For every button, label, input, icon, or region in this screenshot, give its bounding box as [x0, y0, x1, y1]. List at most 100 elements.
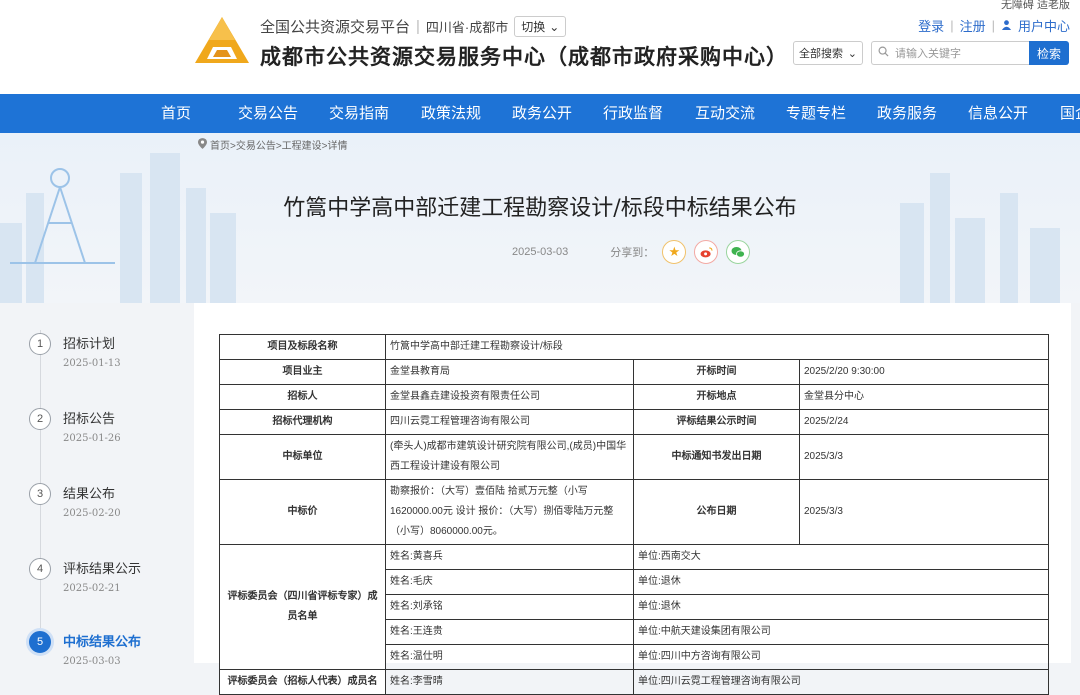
table-row: 项目及标段名称 竹篙中学高中部迁建工程勘察设计/标段	[219, 334, 1049, 360]
nav-item-soe[interactable]: 国企	[1060, 94, 1080, 133]
accessibility-link[interactable]: 无障碍 适老版	[1001, 0, 1070, 12]
timeline-step[interactable]: 1 招标计划 2025-01-13	[29, 333, 121, 369]
platform-line: 全国公共资源交易平台 | 四川省·成都市 切换 ⌄	[260, 16, 567, 37]
platform-name[interactable]: 全国公共资源交易平台	[260, 16, 410, 37]
nav-item-interaction[interactable]: 互动交流	[695, 94, 755, 133]
login-link[interactable]: 登录	[918, 16, 944, 35]
breadcrumb-path[interactable]: 首页>交易公告>工程建设>详情	[210, 137, 348, 152]
nav-item-policy[interactable]: 政策法规	[421, 94, 481, 133]
cell-value: 金堂县鑫垚建设投资有限责任公司	[385, 384, 634, 410]
divider: |	[950, 18, 954, 33]
cell-label: 中标通知书发出日期	[633, 434, 800, 480]
cell-label: 开标时间	[633, 359, 800, 385]
step-number: 4	[29, 558, 51, 580]
nav-item-services[interactable]: 政务服务	[877, 94, 937, 133]
table-row: 招标人 金堂县鑫垚建设投资有限责任公司 开标地点 金堂县分中心	[219, 384, 1049, 410]
nav-item-announcements[interactable]: 交易公告	[238, 94, 298, 133]
nav-item-disclosure[interactable]: 信息公开	[968, 94, 1028, 133]
committee-unit: 单位:四川云霓工程管理咨询有限公司	[633, 669, 1049, 695]
chevron-down-icon: ⌄	[847, 47, 857, 60]
cell-label: 项目业主	[219, 359, 386, 385]
nav-item-special[interactable]: 专题专栏	[786, 94, 846, 133]
search-placeholder: 请输入关键字	[895, 48, 961, 60]
committee-unit: 单位:退休	[633, 569, 1049, 595]
nav-item-gov-affairs[interactable]: 政务公开	[512, 94, 572, 133]
cell-value: 2025/3/3	[799, 434, 1049, 480]
region-label: 四川省·成都市	[425, 20, 509, 35]
timeline-step-active[interactable]: 5 中标结果公布 2025-03-03	[29, 631, 141, 667]
search-scope-select[interactable]: 全部搜索 ⌄	[793, 41, 863, 65]
committee-unit: 单位:西南交大	[633, 544, 1049, 570]
cell-value: 竹篙中学高中部迁建工程勘察设计/标段	[385, 334, 1049, 360]
step-date: 2025-03-03	[63, 656, 121, 667]
committee-name: 姓名:王连贵	[385, 619, 634, 645]
user-center-link[interactable]: 用户中心	[1018, 16, 1070, 35]
cell-label: 招标代理机构	[219, 409, 386, 435]
nav-item-supervision[interactable]: 行政监督	[603, 94, 663, 133]
cell-label: 开标地点	[633, 384, 800, 410]
search-bar: 全部搜索 ⌄ 请输入关键字 检索	[793, 41, 1069, 65]
page-title: 竹篙中学高中部迁建工程勘察设计/标段中标结果公布	[283, 196, 797, 221]
nav-item-guide[interactable]: 交易指南	[329, 94, 389, 133]
committee-name: 姓名:温仕明	[385, 644, 634, 670]
cell-value: 2025/2/24	[799, 409, 1049, 435]
committee-name: 姓名:刘承铭	[385, 594, 634, 620]
weibo-icon[interactable]	[694, 240, 719, 264]
site-name[interactable]: 成都市公共资源交易服务中心（成都市政府采购中心）	[260, 41, 788, 71]
cell-label: 中标价	[219, 479, 386, 545]
committee-unit: 单位:中航天建设集团有限公司	[633, 619, 1049, 645]
cell-label: 评标委员会（招标人代表）成员名	[219, 669, 386, 695]
location-pin-icon	[198, 137, 207, 152]
step-number: 1	[29, 333, 51, 355]
committee-name: 姓名:李雪晴	[385, 669, 634, 695]
step-date: 2025-01-13	[63, 358, 121, 369]
cell-label: 中标单位	[219, 434, 386, 480]
step-date: 2025-01-26	[63, 433, 121, 444]
user-links: 登录 | 注册 | 用户中心	[918, 16, 1070, 35]
search-input[interactable]: 请输入关键字	[871, 41, 1029, 65]
cell-label: 公布日期	[633, 479, 800, 545]
site-logo[interactable]	[193, 15, 251, 65]
nav-item-home[interactable]: 首页	[161, 94, 191, 133]
table-row: 评标委员会（招标人代表）成员名 姓名:李雪晴 单位:四川云霓工程管理咨询有限公司	[219, 669, 1049, 695]
search-button[interactable]: 检索	[1029, 41, 1069, 65]
switch-label: 切换	[521, 20, 546, 34]
star-icon[interactable]: ★	[662, 240, 687, 264]
cell-value: 勘察报价：（大写）壹佰陆 拾贰万元整（小写 1620000.00元 设计 报价：…	[385, 479, 634, 545]
cell-label: 评标结果公示时间	[633, 409, 800, 435]
chevron-down-icon: ⌄	[549, 19, 560, 34]
breadcrumb: 首页>交易公告>工程建设>详情	[198, 137, 348, 152]
cell-value: 2025/2/20 9:30:00	[799, 359, 1049, 385]
step-label: 评标结果公示	[63, 561, 142, 576]
wechat-icon[interactable]	[726, 240, 751, 264]
register-link[interactable]: 注册	[960, 16, 986, 35]
divider: |	[416, 18, 420, 35]
timeline-step[interactable]: 4 评标结果公示 2025-02-21	[29, 558, 141, 594]
cell-label: 招标人	[219, 384, 386, 410]
table-row: 中标单位 (牵头人)成都市建筑设计研究院有限公司,(成员)中国华西工程设计建设有…	[219, 434, 1049, 480]
cell-value: 金堂县教育局	[385, 359, 634, 385]
timeline-step[interactable]: 2 招标公告 2025-01-26	[29, 408, 121, 444]
result-table: 项目及标段名称 竹篙中学高中部迁建工程勘察设计/标段 项目业主 金堂县教育局 开…	[219, 334, 1049, 695]
timeline-step[interactable]: 3 结果公布 2025-02-20	[29, 483, 121, 519]
user-icon	[1001, 18, 1012, 33]
step-date: 2025-02-21	[63, 583, 121, 594]
committee-unit: 单位:四川中方咨询有限公司	[633, 644, 1049, 670]
article-meta: 2025-03-03 分享到： ★	[512, 240, 751, 264]
region-switch-button[interactable]: 切换 ⌄	[514, 16, 567, 37]
cell-label: 项目及标段名称	[219, 334, 386, 360]
search-icon	[878, 46, 889, 60]
search-scope-value: 全部搜索	[799, 48, 843, 60]
main-nav: 首页 交易公告 交易指南 政策法规 政务公开 行政监督 互动交流 专题专栏 政务…	[0, 94, 1080, 133]
table-row: 中标价 勘察报价：（大写）壹佰陆 拾贰万元整（小写 1620000.00元 设计…	[219, 479, 1049, 545]
step-number: 3	[29, 483, 51, 505]
publish-date: 2025-03-03	[512, 246, 569, 258]
step-number: 2	[29, 408, 51, 430]
step-label: 招标公告	[63, 411, 116, 426]
step-number: 5	[29, 631, 51, 653]
cell-value: 2025/3/3	[799, 479, 1049, 545]
table-row: 招标代理机构 四川云霓工程管理咨询有限公司 评标结果公示时间 2025/2/24	[219, 409, 1049, 435]
table-row: 项目业主 金堂县教育局 开标时间 2025/2/20 9:30:00	[219, 359, 1049, 385]
cell-value: 金堂县分中心	[799, 384, 1049, 410]
step-label: 招标计划	[63, 336, 116, 351]
